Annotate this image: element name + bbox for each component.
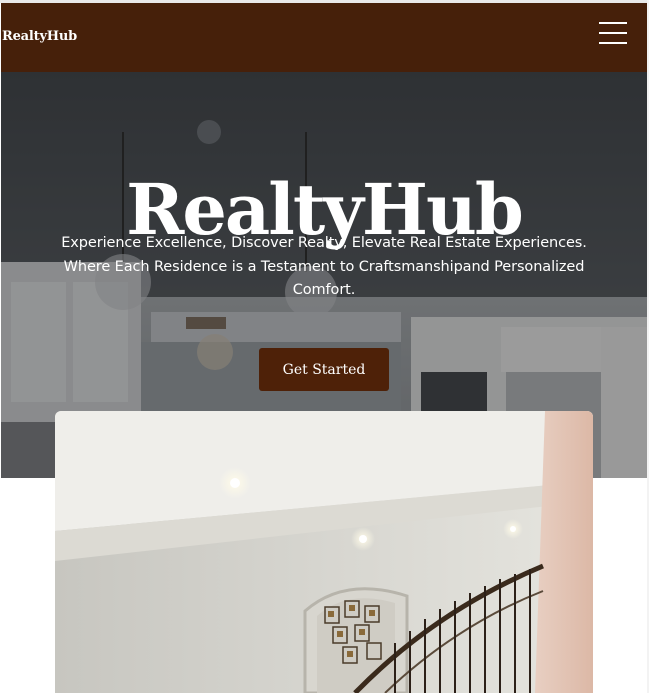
get-started-button[interactable]: Get Started — [259, 348, 389, 391]
brand-logo[interactable]: RealtyHub — [2, 29, 77, 44]
hamburger-menu-icon[interactable] — [599, 22, 627, 44]
featured-property-image — [55, 411, 593, 693]
page: RealtyHub RealtyHub Experience Excellenc… — [0, 0, 649, 693]
hero-line-2: Where Each Residence is a Testament to C… — [63, 258, 585, 299]
hero-description: Experience Excellence, Discover Realty, … — [41, 232, 607, 303]
navbar: RealtyHub — [1, 3, 647, 72]
staircase-interior-image — [55, 411, 593, 693]
hero-line-1: Experience Excellence, Discover Realty, … — [61, 235, 587, 251]
